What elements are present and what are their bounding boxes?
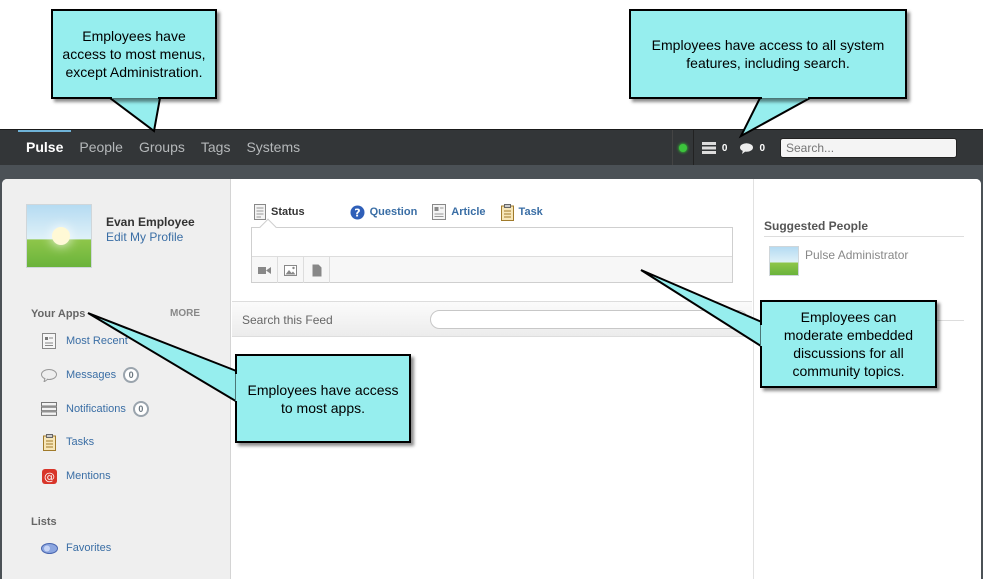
- attach-file-button[interactable]: [304, 257, 330, 283]
- status-input[interactable]: [252, 228, 732, 256]
- app-item-most-recent[interactable]: Most Recent: [40, 331, 128, 351]
- status-composer: [251, 227, 733, 283]
- tab-status[interactable]: Status: [254, 201, 305, 223]
- messages-count: 0: [759, 142, 765, 154]
- moderate-callout: Employees can moderate embedded discussi…: [760, 300, 937, 388]
- most-recent-icon: [40, 332, 58, 350]
- app-item-tasks[interactable]: Tasks: [40, 432, 94, 452]
- clipboard-icon: [40, 433, 58, 451]
- tab-label: Task: [518, 206, 543, 218]
- tab-article[interactable]: Article: [432, 201, 486, 223]
- tab-task[interactable]: Task: [500, 201, 543, 223]
- nav-item-systems[interactable]: Systems: [238, 130, 308, 166]
- file-icon: [312, 264, 321, 276]
- lists-heading: Lists: [31, 516, 57, 528]
- list-item-label: Favorites: [66, 542, 112, 554]
- notifications-badge: 0: [132, 401, 149, 417]
- app-item-label: Messages: [66, 369, 117, 381]
- nav-item-pulse[interactable]: Pulse: [18, 130, 72, 166]
- menus-callout-pointer: [107, 97, 162, 133]
- at-sign-icon: @: [40, 467, 58, 485]
- top-navigation-bar: Pulse People Groups Tags Systems 0 0: [0, 129, 983, 166]
- main-menu: Pulse People Groups Tags Systems: [18, 130, 308, 166]
- menus-callout: Employees have access to most menus, exc…: [51, 9, 217, 99]
- svg-text:?: ?: [354, 206, 360, 219]
- tab-question[interactable]: ? Question: [350, 201, 418, 223]
- status-document-icon: [254, 204, 266, 220]
- suggested-people-heading: Suggested People: [764, 219, 869, 233]
- attach-video-button[interactable]: [252, 257, 278, 283]
- app-item-notifications[interactable]: Notifications 0: [40, 399, 149, 419]
- feed-search-input[interactable]: [430, 310, 748, 329]
- feed-search-bar: Search this Feed: [232, 301, 752, 337]
- composer-toolbar: [252, 256, 732, 283]
- image-icon: [284, 264, 297, 276]
- left-sidebar: Evan Employee Edit My Profile Your Apps …: [2, 179, 231, 579]
- tab-label: Question: [369, 206, 418, 218]
- video-icon: [258, 266, 271, 274]
- edit-profile-link[interactable]: Edit My Profile: [106, 230, 183, 244]
- task-clipboard-icon: [500, 203, 514, 221]
- app-item-mentions[interactable]: @ Mentions: [40, 466, 111, 486]
- nav-right-tools: 0 0: [671, 130, 983, 166]
- suggested-person-name[interactable]: Pulse Administrator: [805, 248, 908, 262]
- your-apps-heading: Your Apps: [31, 308, 86, 320]
- article-icon: [432, 204, 447, 220]
- attach-image-button[interactable]: [278, 257, 304, 283]
- apps-callout: Employees have access to most apps.: [235, 354, 411, 443]
- messages-counter[interactable]: 0: [732, 130, 770, 166]
- favorites-icon: [40, 539, 58, 557]
- divider: [764, 236, 964, 237]
- messages-badge: 0: [123, 367, 140, 383]
- tab-label: Article: [451, 206, 486, 218]
- online-status-icon[interactable]: [671, 130, 694, 166]
- user-name: Evan Employee: [106, 215, 195, 229]
- avatar[interactable]: [26, 204, 92, 268]
- global-search-input[interactable]: [780, 138, 957, 158]
- list-item-favorites[interactable]: Favorites: [40, 538, 111, 558]
- search-callout: Employees have access to all system feat…: [629, 9, 907, 99]
- more-apps-link[interactable]: MORE: [170, 308, 200, 319]
- svg-text:@: @: [44, 470, 55, 483]
- app-item-label: Mentions: [66, 470, 111, 482]
- notifications-counter[interactable]: 0: [694, 130, 733, 166]
- app-item-label: Notifications: [66, 403, 126, 415]
- nav-item-tags[interactable]: Tags: [193, 130, 239, 166]
- app-item-messages[interactable]: Messages 0: [40, 365, 140, 385]
- app-item-label: Most Recent: [66, 335, 128, 347]
- notifications-icon: [701, 142, 716, 154]
- nav-item-people[interactable]: People: [71, 130, 131, 166]
- question-icon: ?: [350, 205, 365, 220]
- nav-item-groups[interactable]: Groups: [131, 130, 193, 166]
- app-item-label: Tasks: [66, 436, 95, 448]
- sub-navigation-bar: [0, 165, 983, 179]
- avatar[interactable]: [769, 246, 799, 276]
- speech-bubble-icon: [40, 366, 58, 384]
- notifications-icon: [40, 400, 58, 418]
- notifications-count: 0: [721, 142, 728, 154]
- tab-label: Status: [271, 206, 305, 218]
- composer-tabs: Status ? Question Article Task: [254, 201, 558, 223]
- feed-search-label: Search this Feed: [242, 313, 333, 327]
- speech-bubble-icon: [740, 142, 754, 154]
